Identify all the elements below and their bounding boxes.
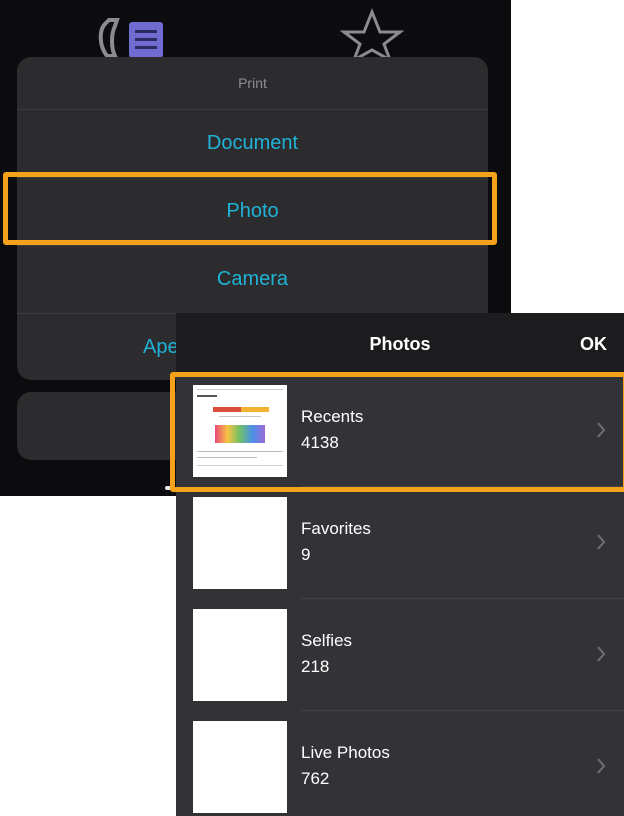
chevron-right-icon (597, 534, 606, 550)
picker-title: Photos (369, 334, 431, 354)
album-thumbnail (193, 721, 287, 813)
action-ape-label: Ape (143, 336, 179, 358)
album-name: Live Photos (301, 743, 390, 762)
recents-highlight-frame (170, 372, 624, 492)
action-document-button[interactable]: Document (17, 110, 488, 178)
screenshot-composite: Print Document Photo Camera Ape Photos O… (0, 0, 624, 816)
star-icon[interactable] (340, 8, 404, 60)
action-camera-button[interactable]: Camera (17, 246, 488, 314)
chevron-right-icon (597, 758, 606, 774)
photo-highlight-frame (3, 172, 497, 245)
print-app-icon[interactable] (97, 12, 169, 60)
album-thumbnail (193, 609, 287, 701)
album-row-selfies[interactable]: Selfies 218 (176, 599, 624, 711)
album-count: 9 (301, 545, 311, 564)
album-count: 762 (301, 769, 330, 788)
album-name: Favorites (301, 519, 371, 538)
album-row-favorites[interactable]: Favorites 9 (176, 487, 624, 599)
album-count: 218 (301, 657, 330, 676)
album-name: Selfies (301, 631, 353, 650)
album-row-live-photos[interactable]: Live Photos 762 (176, 711, 624, 816)
picker-nav-bar: Photos OK (176, 313, 624, 375)
ok-button[interactable]: OK (580, 313, 607, 375)
action-sheet-title: Print (17, 57, 488, 110)
album-thumbnail (193, 497, 287, 589)
chevron-right-icon (597, 646, 606, 662)
